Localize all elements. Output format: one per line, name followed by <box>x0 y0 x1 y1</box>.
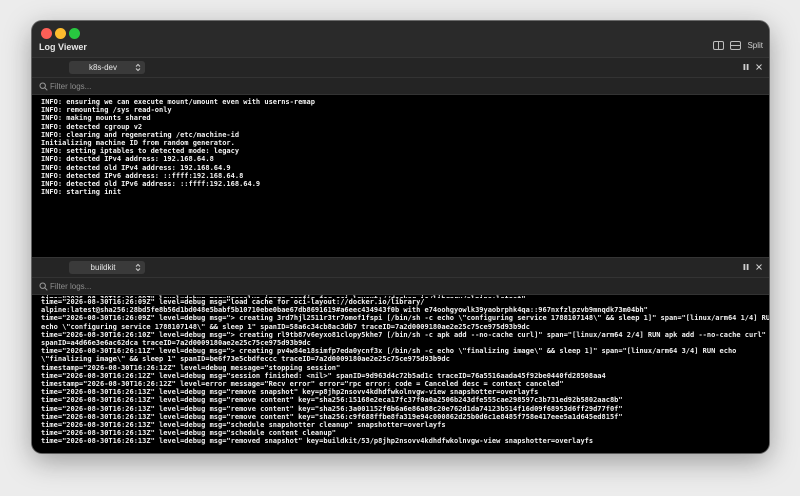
log-line: Initializing machine ID from random gene… <box>41 139 235 148</box>
log-line: spanID=a4d66e3e6ac62dca traceID=7a2d0009… <box>41 339 311 348</box>
filter-logs-input[interactable] <box>50 279 730 293</box>
log-line: INFO: detected old IPv4 address: 192.168… <box>41 163 231 172</box>
log-line: INFO: setting iptables to detected mode:… <box>41 147 240 156</box>
split-button[interactable]: Split <box>747 41 763 50</box>
log-line: echo \"configuring service 1788107148\" … <box>41 322 530 331</box>
log-line: INFO: detected IPv6 address: ::ffff:192.… <box>41 171 244 180</box>
title-bar: Log Viewer Split <box>32 21 769 57</box>
log-line: INFO: clearing and regenerating /etc/mac… <box>41 130 240 139</box>
log-output[interactable]: time="2026-08-30T16:26:09Z" level=debug … <box>32 295 769 453</box>
log-line: time="2026-08-30T16:26:13Z" level=debug … <box>41 404 623 413</box>
pane-actions <box>742 263 763 271</box>
filter-bar <box>32 277 769 295</box>
filter-logs-input[interactable] <box>50 79 730 93</box>
pause-icon[interactable] <box>742 63 750 71</box>
log-pane-buildkit: buildkit Filter logs... time="2026-08-30… <box>32 257 769 453</box>
log-line: time="2026-08-30T16:26:13Z" level=debug … <box>41 429 337 438</box>
pane-header: k8s-dev <box>32 57 769 77</box>
close-icon[interactable] <box>755 263 763 271</box>
search-icon <box>39 82 48 91</box>
log-line: INFO: starting init <box>41 188 122 197</box>
log-line: INFO: remounting /sys read-only <box>41 106 172 115</box>
log-line: time="2026-08-30T16:26:11Z" level=debug … <box>41 347 737 356</box>
log-output[interactable]: INFO: ensuring we can execute mount/umou… <box>32 95 769 278</box>
container-selector-label: k8s-dev <box>88 63 117 72</box>
log-line: INFO: ensuring we can execute mount/umou… <box>41 98 315 106</box>
pane-header: buildkit <box>32 257 769 277</box>
log-line: time="2026-08-30T16:26:10Z" level=debug … <box>41 330 766 339</box>
zoom-window-button[interactable] <box>69 28 80 39</box>
container-selector-label: buildkit <box>90 263 116 272</box>
minimize-window-button[interactable] <box>55 28 66 39</box>
log-line: time="2026-08-30T16:26:13Z" level=debug … <box>41 388 539 397</box>
log-line: time="2026-08-30T16:26:13Z" level=debug … <box>41 412 623 421</box>
log-line: INFO: detected old IPv6 address: ::ffff:… <box>41 180 261 189</box>
container-selector[interactable]: k8s-dev <box>69 61 145 74</box>
filter-bar <box>32 77 769 95</box>
chevron-updown-icon <box>135 63 141 72</box>
log-line: time="2026-08-30T16:26:12Z" level=debug … <box>41 371 606 380</box>
log-line: INFO: making mounts shared <box>41 114 151 123</box>
log-line: INFO: detected cgroup v2 <box>41 122 143 131</box>
log-line: time="2026-08-30T16:26:13Z" level=debug … <box>41 421 446 430</box>
log-line: time="2026-08-30T16:26:13Z" level=debug … <box>41 437 594 446</box>
close-window-button[interactable] <box>41 28 52 39</box>
log-line: INFO: detected IPv4 address: 192.168.64.… <box>41 155 214 164</box>
search-icon <box>39 282 48 291</box>
log-pane-k8s-dev: k8s-dev Filter logs... INFO: ensuring we… <box>32 57 769 278</box>
container-selector[interactable]: buildkit <box>69 261 145 274</box>
split-vertical-icon[interactable] <box>713 41 725 50</box>
log-line: \"finalizing image\" && sleep 1" spanID=… <box>41 355 450 364</box>
chevron-updown-icon <box>135 263 141 272</box>
log-line: time="2026-08-30T16:26:09Z" level=debug … <box>41 314 769 323</box>
log-line: timestamp="2026-08-30T16:26:12Z" level=e… <box>41 380 564 389</box>
close-icon[interactable] <box>755 63 763 71</box>
log-viewer-window: Log Viewer Split k8s-dev Filter logs... … <box>32 21 769 453</box>
log-line: time="2026-08-30T16:26:09Z" level=debug … <box>41 298 425 306</box>
app-title: Log Viewer <box>39 42 87 52</box>
log-line: timestamp="2026-08-30T16:26:12Z" level=d… <box>41 363 341 372</box>
log-line: time="2026-08-30T16:26:13Z" level=debug … <box>41 396 623 405</box>
split-controls: Split <box>713 41 763 50</box>
log-line: alpine:latest@sha256:28bd5fe8b56d1bd048e… <box>41 306 648 315</box>
split-horizontal-icon[interactable] <box>730 41 742 50</box>
pane-actions <box>742 63 763 71</box>
pause-icon[interactable] <box>742 263 750 271</box>
